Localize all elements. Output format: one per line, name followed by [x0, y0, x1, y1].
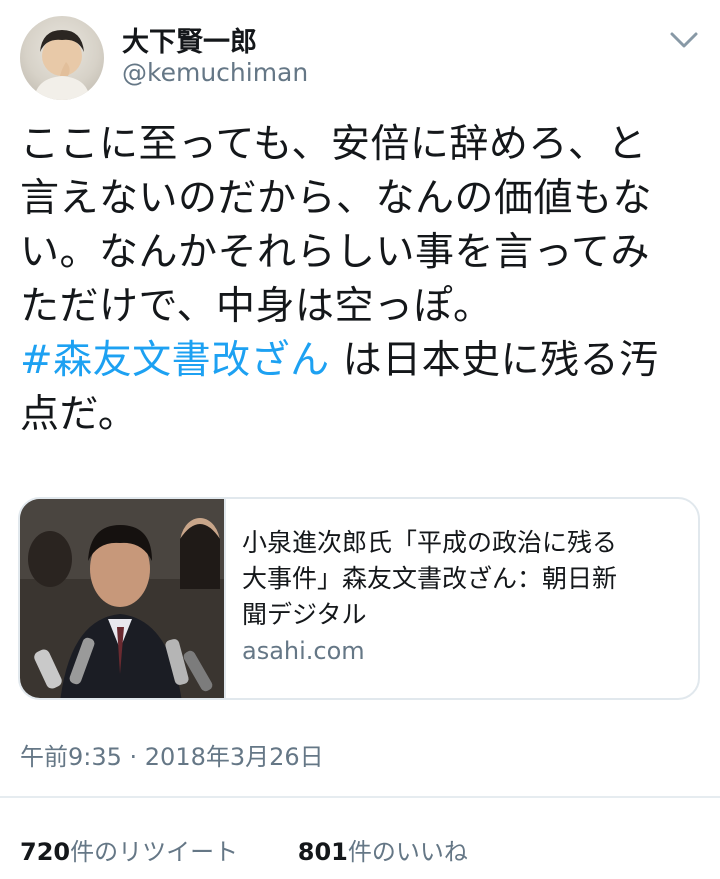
card-title-line: 小泉進次郎氏「平成の政治に残る	[242, 528, 618, 557]
card-title: 小泉進次郎氏「平成の政治に残る 大事件」森友文書改ざん：朝日新 聞デジタル	[242, 525, 682, 633]
avatar[interactable]	[20, 16, 104, 100]
card-thumbnail	[20, 499, 226, 698]
card-title-line: 聞デジタル	[242, 600, 367, 629]
chevron-down-icon[interactable]	[664, 24, 704, 56]
tweet-text-segment: は日本史に残る汚	[329, 338, 659, 383]
hashtag-link[interactable]: #森友文書改ざん	[20, 338, 330, 383]
link-card[interactable]: 小泉進次郎氏「平成の政治に残る 大事件」森友文書改ざん：朝日新 聞デジタル as…	[18, 497, 700, 700]
tweet-text-line: ここに至っても、安倍に辞めろ、と	[20, 122, 647, 167]
tweet-text-line: ただけで、中身は空っぽ。	[20, 284, 493, 329]
tweet-text-line: 言えないのだから、なんの価値もな	[20, 176, 653, 221]
tweet-text-line: い。なんかそれらしい事を言ってみ	[20, 230, 651, 275]
retweets-count: 720	[20, 838, 71, 866]
user-handle[interactable]: @kemuchiman	[122, 58, 308, 87]
retweets-stat[interactable]: 720件のリツイート	[20, 838, 238, 866]
likes-count: 801	[297, 838, 348, 866]
card-domain: asahi.com	[242, 637, 365, 665]
tweet-text-line: #森友文書改ざん は日本史に残る汚	[20, 334, 710, 388]
tweet-text-line: 点だ。	[20, 392, 138, 437]
likes-label: 件のいいね	[347, 838, 468, 866]
tweet-text: ここに至っても、安倍に辞めろ、と 言えないのだから、なんの価値もな い。なんかそ…	[20, 118, 710, 442]
divider	[0, 796, 720, 798]
tweet-stats: 720件のリツイート 801件のいいね	[20, 832, 468, 867]
card-body: 小泉進次郎氏「平成の政治に残る 大事件」森友文書改ざん：朝日新 聞デジタル as…	[242, 525, 682, 665]
card-title-line: 大事件」森友文書改ざん：朝日新	[242, 564, 618, 593]
likes-stat[interactable]: 801件のいいね	[298, 838, 468, 866]
display-name[interactable]: 大下賢一郎	[122, 20, 257, 59]
tweet-timestamp[interactable]: 午前9:35 · 2018年3月26日	[20, 737, 324, 772]
retweets-label: 件のリツイート	[70, 838, 239, 866]
tweet-header: 大下賢一郎 @kemuchiman	[0, 0, 720, 110]
